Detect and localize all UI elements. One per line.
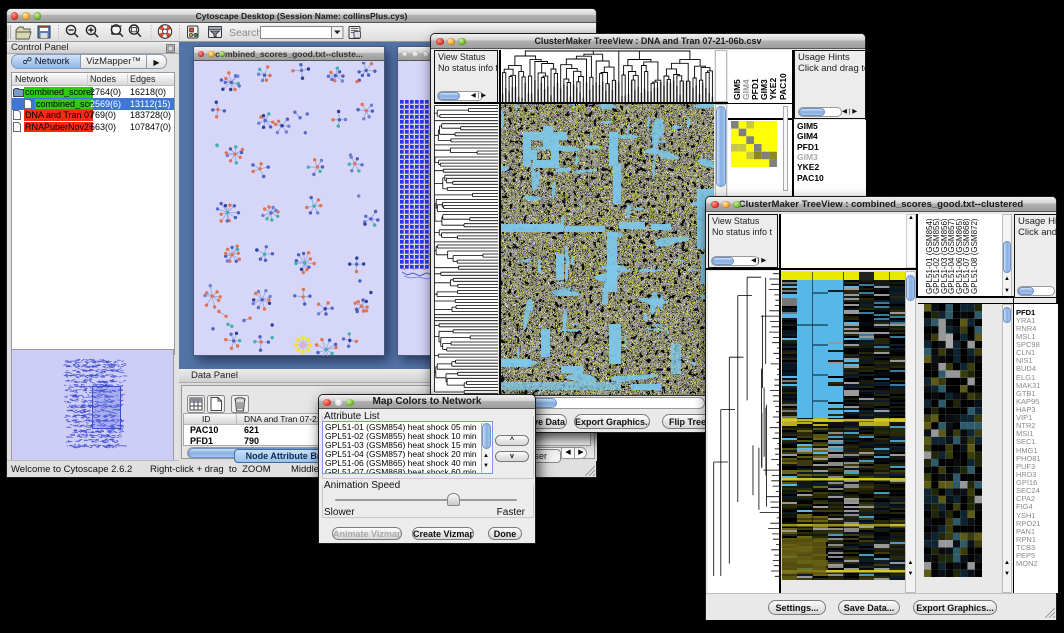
svg-text:Search:: Search: xyxy=(229,27,265,39)
